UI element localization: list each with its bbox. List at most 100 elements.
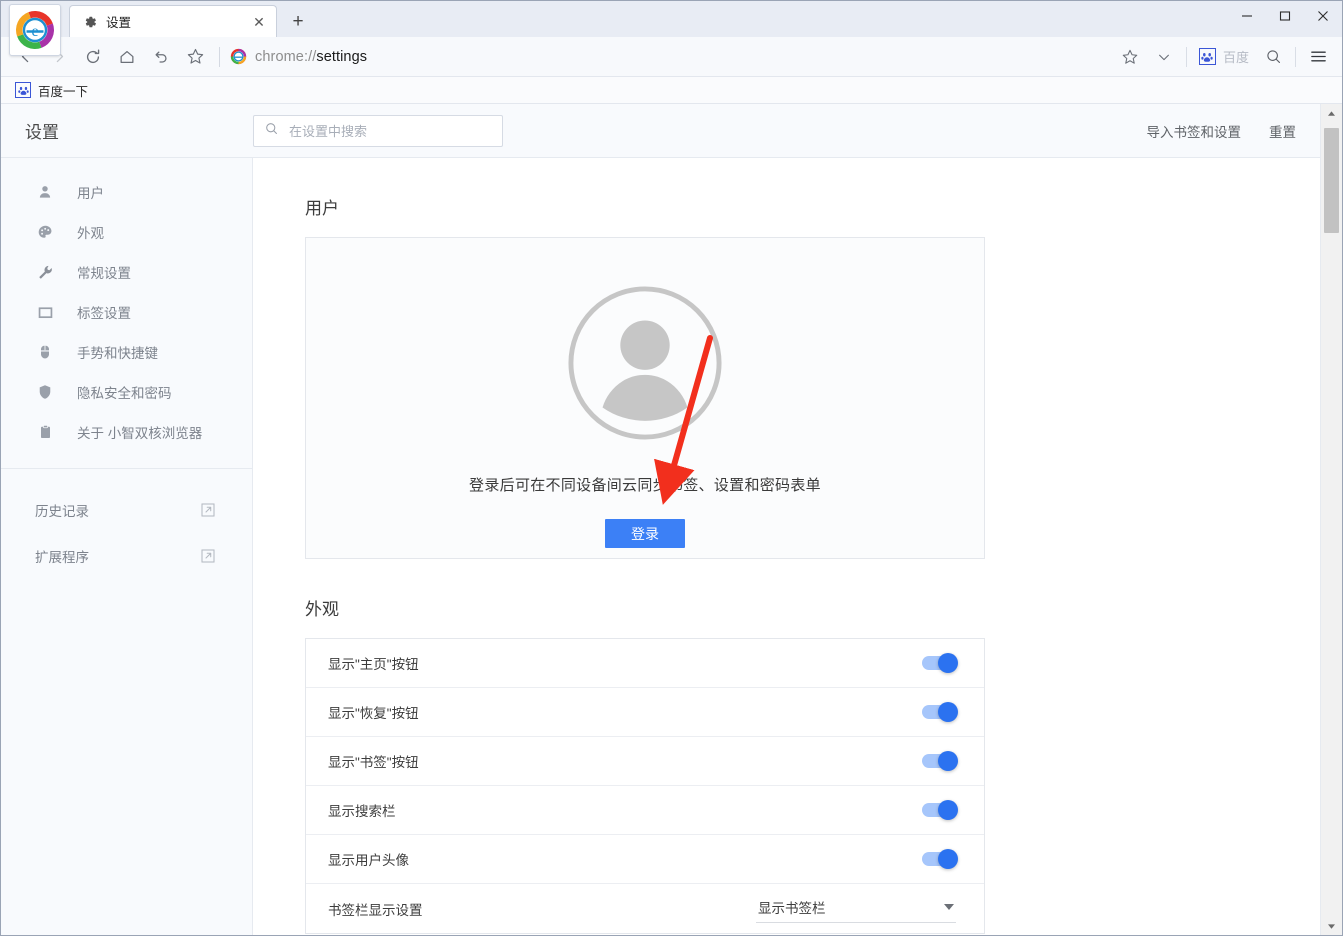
settings-page: 设置 在设置中搜索 导入书签和设置 重置 bbox=[1, 104, 1342, 935]
sidebar-item-general[interactable]: 常规设置 bbox=[1, 252, 252, 292]
browser-toolbar: chrome://settings bbox=[1, 37, 1342, 77]
setting-row-show-bookmark-button: 显示"书签"按钮 bbox=[306, 737, 984, 786]
toggle-knob bbox=[938, 751, 958, 771]
sidebar-item-history[interactable]: 历史记录 bbox=[1, 487, 252, 533]
minimize-button[interactable] bbox=[1228, 1, 1266, 31]
user-description: 登录后可在不同设备间云同步书签、设置和密码表单 bbox=[469, 474, 821, 495]
svg-text:e: e bbox=[31, 23, 38, 40]
baidu-paw-icon bbox=[1199, 48, 1216, 65]
login-button[interactable]: 登录 bbox=[605, 519, 685, 548]
sidebar-divider bbox=[1, 468, 252, 469]
row-control bbox=[922, 852, 956, 866]
bookmarks-bar: 百度一下 bbox=[1, 77, 1342, 104]
title-bar: e 设置 ✕ + bbox=[1, 1, 1342, 37]
close-icon[interactable]: ✕ bbox=[250, 13, 268, 31]
reload-icon[interactable] bbox=[77, 42, 109, 72]
url-text: chrome://settings bbox=[255, 49, 367, 65]
row-label: 显示搜索栏 bbox=[328, 800, 396, 820]
vertical-scrollbar[interactable] bbox=[1320, 104, 1342, 935]
tab-strip: 设置 ✕ + bbox=[69, 1, 313, 37]
sidebar-label: 用户 bbox=[77, 182, 104, 202]
bookmark-bar-display-select[interactable]: 显示书签栏 bbox=[756, 895, 956, 923]
sidebar-item-user[interactable]: 用户 bbox=[1, 172, 252, 212]
external-link-icon bbox=[200, 548, 216, 564]
person-icon bbox=[35, 182, 55, 202]
toggle-knob bbox=[938, 800, 958, 820]
row-control bbox=[922, 705, 956, 719]
search-provider-label: 百度 bbox=[1223, 47, 1249, 66]
toolbar-divider-3 bbox=[1295, 47, 1296, 67]
settings-sidebar: 用户 外观 bbox=[1, 158, 253, 935]
star-icon[interactable] bbox=[1114, 42, 1146, 72]
row-control: 显示书签栏 bbox=[756, 895, 956, 923]
search-input[interactable]: 在设置中搜索 bbox=[253, 115, 503, 147]
toggle-show-restore-button[interactable] bbox=[922, 705, 956, 719]
row-label: 显示"主页"按钮 bbox=[328, 653, 419, 673]
sidebar-item-tabs[interactable]: 标签设置 bbox=[1, 292, 252, 332]
scrollbar-thumb[interactable] bbox=[1324, 128, 1339, 233]
scroll-down-arrow-icon[interactable] bbox=[1321, 917, 1342, 935]
row-control bbox=[922, 754, 956, 768]
mouse-icon bbox=[35, 342, 55, 362]
new-tab-button[interactable]: + bbox=[283, 7, 313, 35]
toggle-show-home-button[interactable] bbox=[922, 656, 956, 670]
sidebar-label: 常规设置 bbox=[77, 262, 131, 282]
sidebar-item-extensions[interactable]: 扩展程序 bbox=[1, 533, 252, 579]
shield-icon bbox=[35, 382, 55, 402]
search-placeholder: 在设置中搜索 bbox=[289, 121, 367, 140]
sidebar-label: 手势和快捷键 bbox=[77, 342, 158, 362]
appearance-card: 显示"主页"按钮 显示"恢复"按钮 显示"书签" bbox=[305, 638, 985, 934]
maximize-button[interactable] bbox=[1266, 1, 1304, 31]
sidebar-label: 历史记录 bbox=[35, 500, 89, 520]
chevron-down-icon bbox=[944, 904, 954, 910]
browser-window: e 设置 ✕ + bbox=[0, 0, 1343, 936]
row-label: 显示用户头像 bbox=[328, 849, 409, 869]
close-button[interactable] bbox=[1304, 1, 1342, 31]
bookmark-item[interactable]: 百度一下 bbox=[9, 79, 94, 102]
clipboard-icon bbox=[35, 422, 55, 442]
sidebar-item-privacy[interactable]: 隐私安全和密码 bbox=[1, 372, 252, 412]
sidebar-label: 关于 小智双核浏览器 bbox=[77, 422, 202, 442]
setting-row-show-user-avatar: 显示用户头像 bbox=[306, 835, 984, 884]
bookmark-label: 百度一下 bbox=[38, 81, 88, 100]
scroll-up-arrow-icon[interactable] bbox=[1321, 104, 1342, 122]
import-bookmarks-settings-button[interactable]: 导入书签和设置 bbox=[1147, 121, 1242, 141]
tab-settings[interactable]: 设置 ✕ bbox=[69, 5, 277, 37]
sidebar-label: 扩展程序 bbox=[35, 546, 89, 566]
default-avatar-icon bbox=[566, 284, 724, 442]
toolbar-divider bbox=[219, 47, 220, 67]
sidebar-item-gestures[interactable]: 手势和快捷键 bbox=[1, 332, 252, 372]
search-provider[interactable]: 百度 bbox=[1193, 47, 1255, 66]
search-icon[interactable] bbox=[1257, 42, 1289, 72]
setting-row-bookmark-bar-display: 书签栏显示设置 显示书签栏 bbox=[306, 884, 984, 933]
window-controls bbox=[1228, 1, 1342, 31]
site-favicon-icon bbox=[230, 48, 247, 65]
external-link-icon bbox=[200, 502, 216, 518]
chevron-down-icon[interactable] bbox=[1148, 42, 1180, 72]
sidebar-item-about[interactable]: 关于 小智双核浏览器 bbox=[1, 412, 252, 452]
toolbar-divider-2 bbox=[1186, 47, 1187, 67]
settings-header: 设置 在设置中搜索 导入书签和设置 重置 bbox=[1, 104, 1320, 158]
select-value: 显示书签栏 bbox=[758, 897, 826, 917]
page-title: 设置 bbox=[1, 118, 253, 143]
bookmark-star-icon[interactable] bbox=[179, 42, 211, 72]
hamburger-menu-icon[interactable] bbox=[1302, 42, 1334, 72]
setting-row-show-home-button: 显示"主页"按钮 bbox=[306, 639, 984, 688]
restore-icon[interactable] bbox=[145, 42, 177, 72]
toggle-show-search-bar[interactable] bbox=[922, 803, 956, 817]
toggle-show-bookmark-button[interactable] bbox=[922, 754, 956, 768]
toolbar-right-group: 百度 bbox=[1114, 42, 1334, 72]
row-label: 书签栏显示设置 bbox=[328, 899, 423, 919]
home-icon[interactable] bbox=[111, 42, 143, 72]
setting-row-show-search-bar: 显示搜索栏 bbox=[306, 786, 984, 835]
reset-button[interactable]: 重置 bbox=[1269, 121, 1296, 141]
sidebar-item-appearance[interactable]: 外观 bbox=[1, 212, 252, 252]
toggle-show-user-avatar[interactable] bbox=[922, 852, 956, 866]
toggle-knob bbox=[938, 653, 958, 673]
address-bar[interactable]: chrome://settings bbox=[230, 42, 1112, 72]
row-control bbox=[922, 656, 956, 670]
tab-title: 设置 bbox=[106, 12, 242, 31]
tab-rectangle-icon bbox=[35, 302, 55, 322]
toggle-knob bbox=[938, 849, 958, 869]
user-section-heading: 用户 bbox=[305, 194, 1320, 219]
